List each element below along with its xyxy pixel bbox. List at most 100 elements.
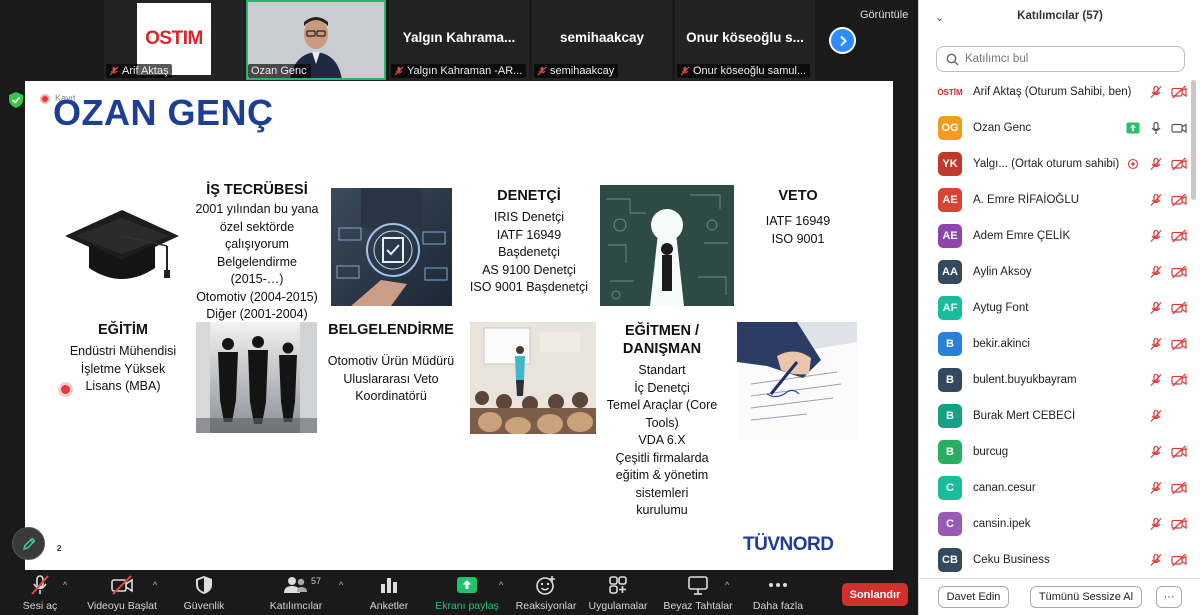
camera-on-icon[interactable]: [1171, 120, 1187, 136]
participant-row[interactable]: B Burak Mert CEBECİ: [919, 398, 1200, 434]
trainer-line: kurulumu: [636, 503, 688, 517]
view-menu-label[interactable]: Görüntüle: [860, 9, 908, 21]
tile-name: Ozan Genc: [251, 65, 307, 77]
security-button[interactable]: Güvenlik: [164, 574, 244, 614]
more-label: Daha fazla: [752, 600, 804, 612]
mic-on-icon[interactable]: [1148, 120, 1164, 136]
auditor-text: IRIS Denetçi IATF 16949 Başdenetçi AS 91…: [465, 209, 593, 297]
whiteboard-options-caret[interactable]: ^: [725, 580, 729, 590]
certification-line: Uluslararası Veto: [343, 371, 439, 386]
participant-row[interactable]: Ccansin.ipek: [919, 506, 1200, 542]
reactions-button[interactable]: Reaksiyonlar: [506, 574, 586, 614]
unmute-button[interactable]: Sesi aç: [0, 574, 80, 614]
mic-muted-icon[interactable]: [1148, 264, 1164, 280]
polls-button[interactable]: Anketler: [349, 574, 429, 614]
camera-off-icon[interactable]: [1171, 336, 1187, 352]
auditor-line: ISO 9001 Başdenetçi: [469, 280, 589, 294]
participant-row[interactable]: AF Aytug Font: [919, 290, 1200, 326]
participant-row[interactable]: Bburcug: [919, 434, 1200, 470]
participant-name: Aylin Aksoy: [973, 266, 1032, 278]
participant-row[interactable]: ÖSTİM Arif Aktaş (Oturum Sahibi, ben): [919, 74, 1200, 110]
camera-off-icon[interactable]: [1171, 516, 1187, 532]
mute-all-button[interactable]: Tümünü Sessize Al: [1030, 586, 1142, 608]
video-tile-ozan[interactable]: Ozan Genc: [246, 0, 386, 80]
next-page-button[interactable]: [829, 27, 856, 54]
participant-row[interactable]: AA Aylin Aksoy: [919, 254, 1200, 290]
mic-muted-icon[interactable]: [1148, 372, 1164, 388]
participant-avatar: YK: [938, 152, 962, 176]
participant-status-icons: [1148, 516, 1187, 532]
annotate-pen-button[interactable]: [12, 527, 45, 560]
video-tile-arif[interactable]: OSTIM Arif Aktaş: [104, 0, 244, 80]
mic-muted-icon[interactable]: [1148, 516, 1164, 532]
video-options-caret[interactable]: ^: [153, 580, 157, 590]
mic-muted-icon[interactable]: [1148, 408, 1164, 424]
participant-row[interactable]: Bbekir.akinci: [919, 326, 1200, 362]
auditor-line: Başdenetçi: [498, 245, 560, 259]
camera-off-icon[interactable]: [1171, 192, 1187, 208]
participant-search[interactable]: [936, 46, 1185, 72]
panel-scrollbar[interactable]: [1191, 80, 1196, 200]
participant-row[interactable]: AE Adem Emre ÇELİK: [919, 218, 1200, 254]
more-button[interactable]: Daha fazla: [738, 574, 818, 614]
participant-status-icons: [1148, 336, 1187, 352]
invite-button[interactable]: Davet Edin: [938, 586, 1009, 608]
share-options-caret[interactable]: ^: [499, 580, 503, 590]
camera-off-icon[interactable]: [1171, 444, 1187, 460]
video-tile-yalgin[interactable]: Yalgın Kahrama... Yalgın Kahraman -AR...: [389, 0, 529, 80]
search-input[interactable]: [965, 53, 1165, 65]
start-video-button[interactable]: Videoyu Başlat: [82, 574, 162, 614]
participants-options-caret[interactable]: ^: [339, 580, 343, 590]
participant-avatar: AF: [938, 296, 962, 320]
trainer-line: eğitim & yönetim: [615, 468, 709, 482]
participant-row[interactable]: YK Yalgı... (Ortak oturum sahibi): [919, 146, 1200, 182]
participants-button[interactable]: Katılımcılar: [256, 574, 336, 614]
participant-name: Adem Emre ÇELİK: [973, 230, 1071, 242]
camera-off-icon[interactable]: [1171, 228, 1187, 244]
video-tile-onur[interactable]: Onur köseoğlu s... Onur köseoğlu samul..…: [675, 0, 815, 80]
end-meeting-button[interactable]: Sonlandır: [842, 583, 908, 606]
whiteboard-icon: [688, 576, 708, 595]
participant-name: canan.cesur: [973, 482, 1036, 494]
encryption-shield-icon[interactable]: [9, 92, 23, 108]
camera-off-icon[interactable]: [1171, 264, 1187, 280]
camera-off-icon[interactable]: [1171, 156, 1187, 172]
search-icon: [946, 53, 959, 65]
ostim-logo-text: OSTIM: [145, 28, 203, 49]
apps-label: Uygulamalar: [588, 600, 648, 612]
experience-text: 2001 yılından bu yana özel sektörde çalı…: [183, 201, 331, 324]
audio-options-caret[interactable]: ^: [63, 580, 67, 590]
mic-muted-icon[interactable]: [1148, 552, 1164, 568]
participant-avatar: B: [938, 404, 962, 428]
recording-icon: [40, 94, 50, 104]
mic-muted-icon[interactable]: [1148, 300, 1164, 316]
share-screen-icon: [457, 577, 477, 593]
participant-avatar: CB: [938, 548, 962, 572]
participant-row[interactable]: Ccanan.cesur: [919, 470, 1200, 506]
mic-muted-icon[interactable]: [1148, 444, 1164, 460]
mic-muted-icon[interactable]: [1148, 192, 1164, 208]
participant-row[interactable]: OG Ozan Genc: [919, 110, 1200, 146]
camera-off-icon[interactable]: [1171, 552, 1187, 568]
camera-off-icon[interactable]: [1171, 372, 1187, 388]
camera-off-icon[interactable]: [1171, 480, 1187, 496]
camera-off-icon[interactable]: [1171, 300, 1187, 316]
participant-name: Ozan Genc: [973, 122, 1032, 134]
participant-row[interactable]: CB Ceku Business: [919, 542, 1200, 574]
mic-muted-icon[interactable]: [1148, 336, 1164, 352]
mic-muted-icon[interactable]: [1148, 228, 1164, 244]
video-tile-semih[interactable]: semihaakcay semihaakcay: [532, 0, 672, 80]
apps-button[interactable]: Uygulamalar: [578, 574, 658, 614]
participant-row[interactable]: Bbulent.buyukbayram: [919, 362, 1200, 398]
panel-footer: Davet Edin Tümünü Sessize Al ···: [919, 578, 1200, 615]
share-screen-button[interactable]: Ekranı paylaş: [427, 574, 507, 614]
mic-muted-icon[interactable]: [1148, 480, 1164, 496]
signing-document-image: [737, 322, 857, 440]
cohost-badge-icon: [1125, 156, 1141, 172]
camera-off-icon[interactable]: [1171, 84, 1187, 100]
panel-more-button[interactable]: ···: [1156, 586, 1182, 608]
participant-row[interactable]: AE A. Emre RİFAİOĞLU: [919, 182, 1200, 218]
participants-label: Katılımcılar: [269, 600, 323, 612]
mic-muted-icon[interactable]: [1148, 156, 1164, 172]
mic-muted-icon[interactable]: [1148, 84, 1164, 100]
